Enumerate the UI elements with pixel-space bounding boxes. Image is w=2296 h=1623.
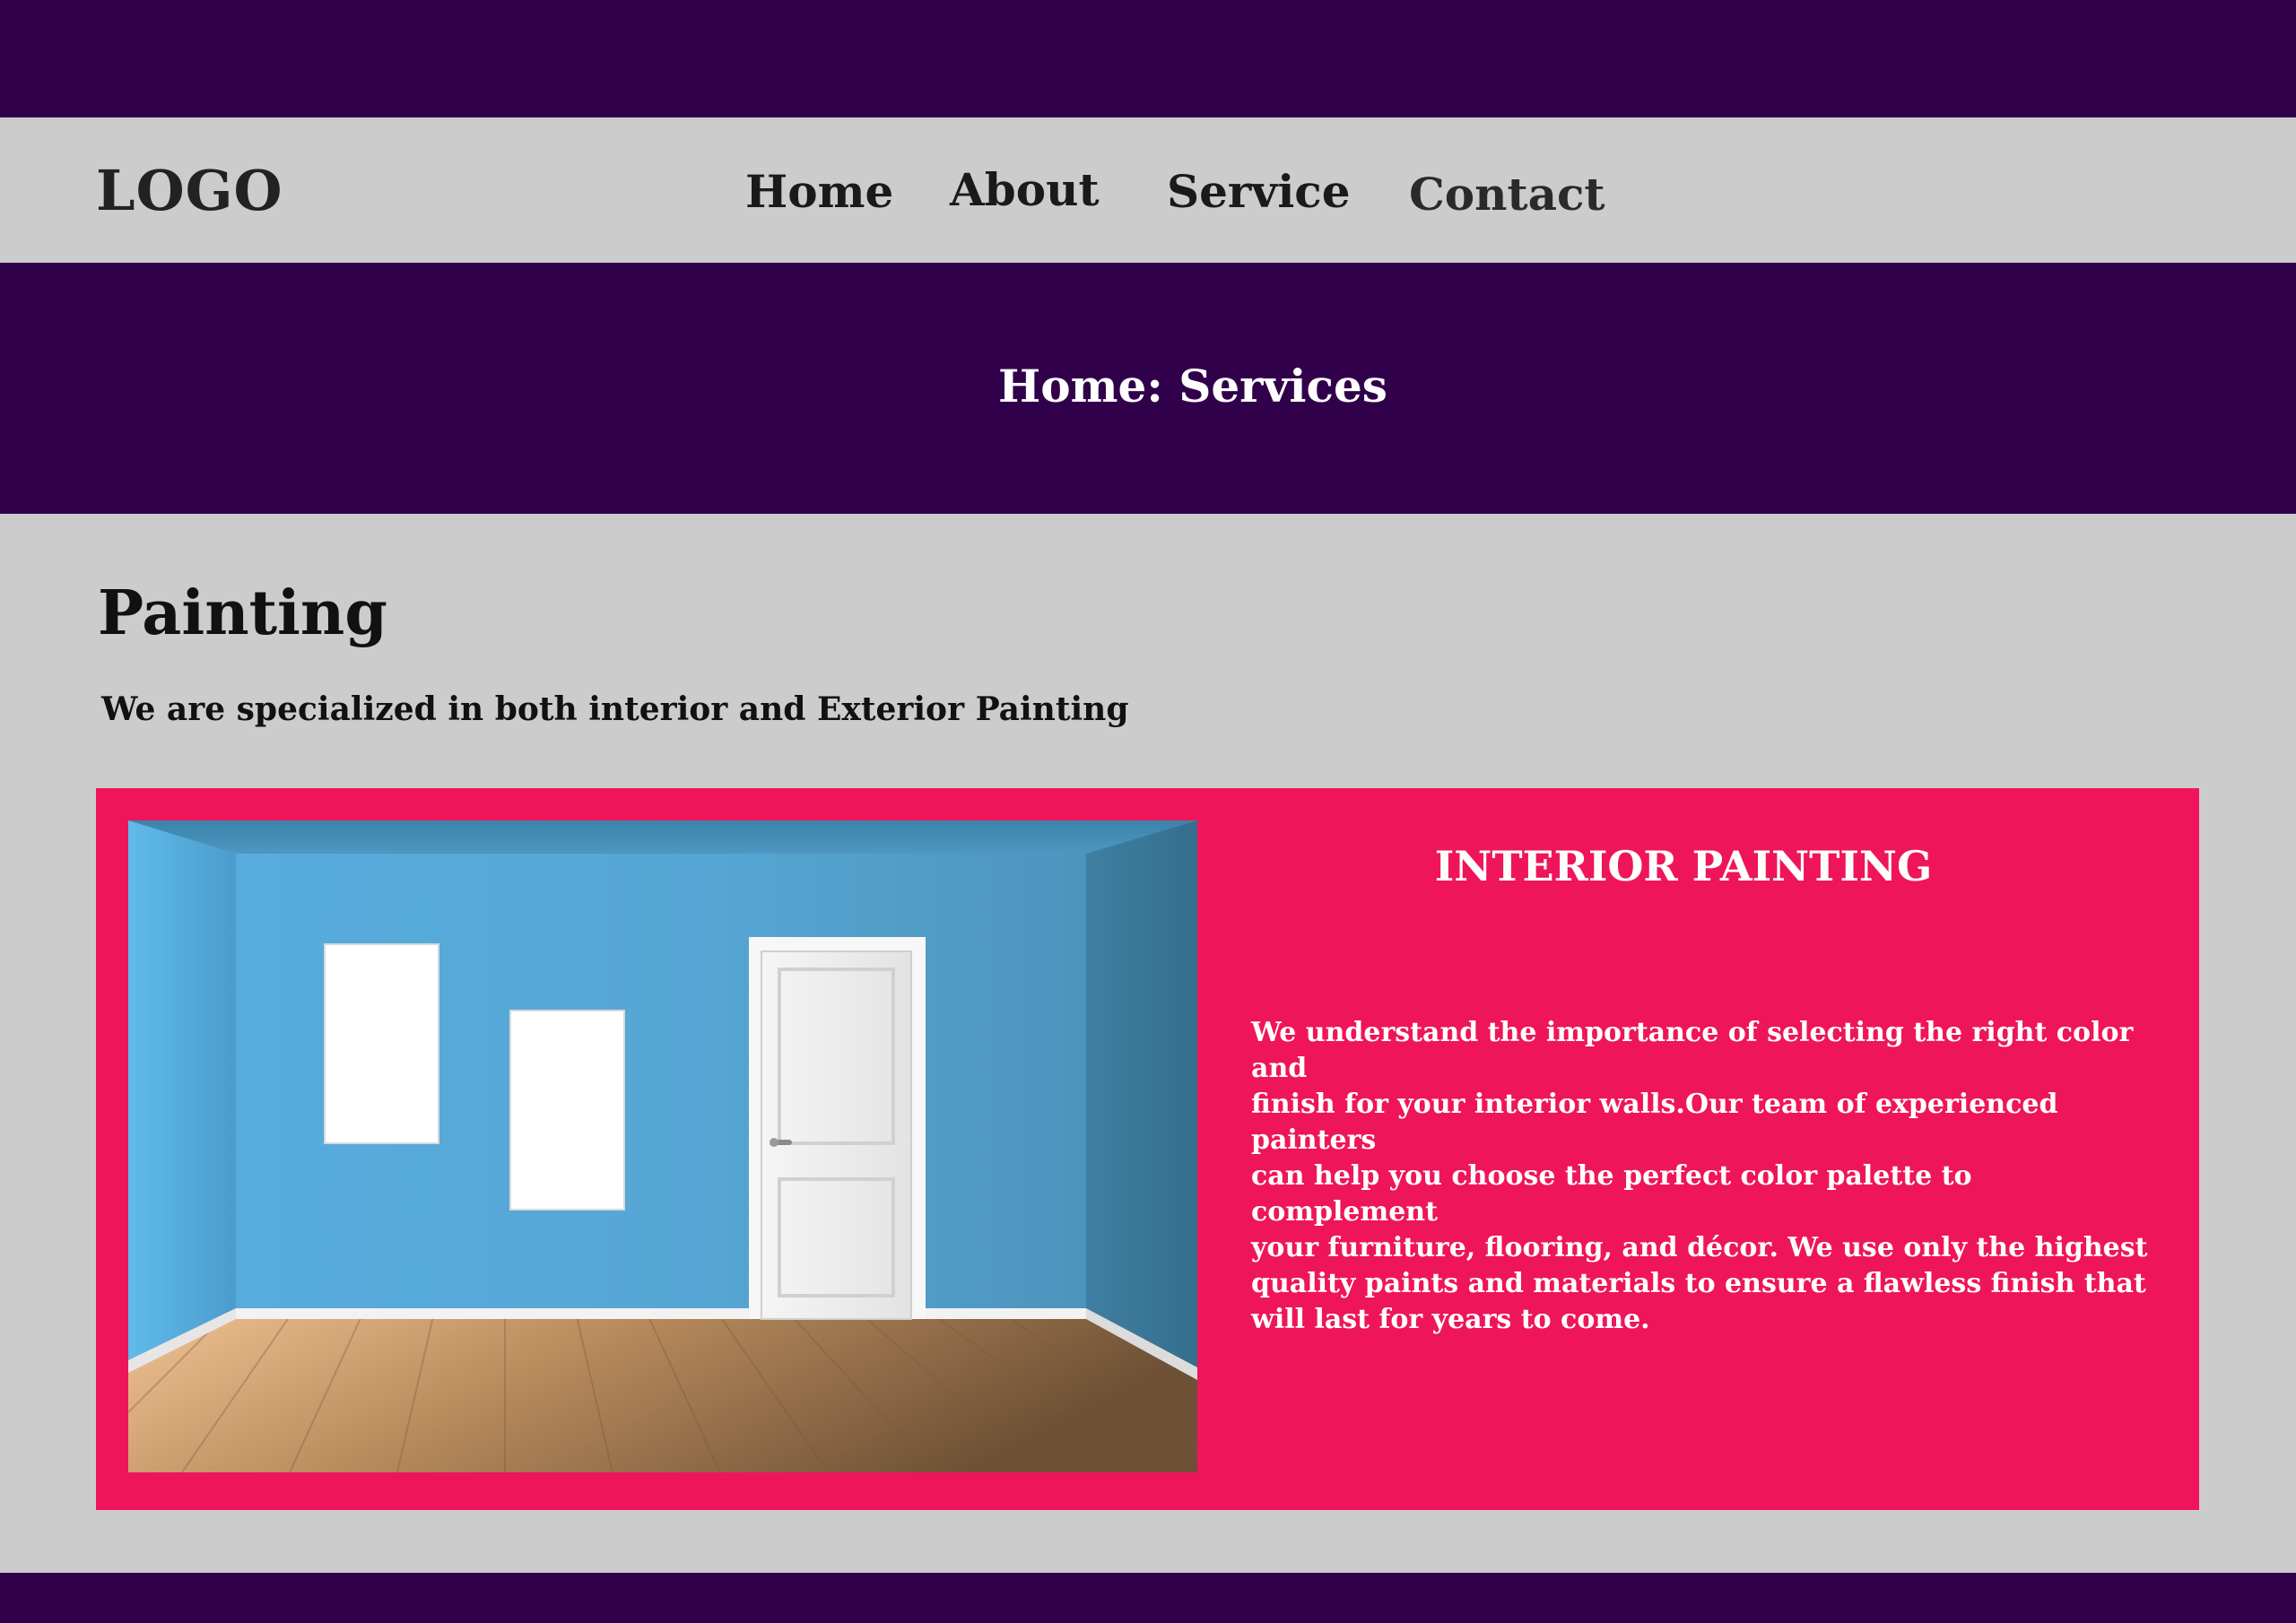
nav-link-service[interactable]: Service [1167,169,1351,214]
section-subtitle: We are specialized in both interior and … [101,690,1129,728]
nav-link-home[interactable]: Home [745,169,893,214]
logo[interactable]: LOGO [96,163,283,219]
navbar: LOGO Home About Service Contact [0,117,2296,263]
room-interior-image [128,820,1197,1472]
hero-banner: Home: Services [0,263,2296,514]
card-heading: INTERIOR PAINTING [1434,842,1933,890]
service-card: INTERIOR PAINTING We understand the impo… [96,788,2199,1510]
top-bar [0,0,2296,117]
footer-bar [0,1573,2296,1623]
hero-title: Home: Services [998,360,1387,412]
card-description: We understand the importance of selectin… [1251,1017,2148,1335]
section-title: Painting [98,577,387,649]
nav-link-contact[interactable]: Contact [1409,172,1605,217]
nav-link-about[interactable]: About [950,168,1100,213]
